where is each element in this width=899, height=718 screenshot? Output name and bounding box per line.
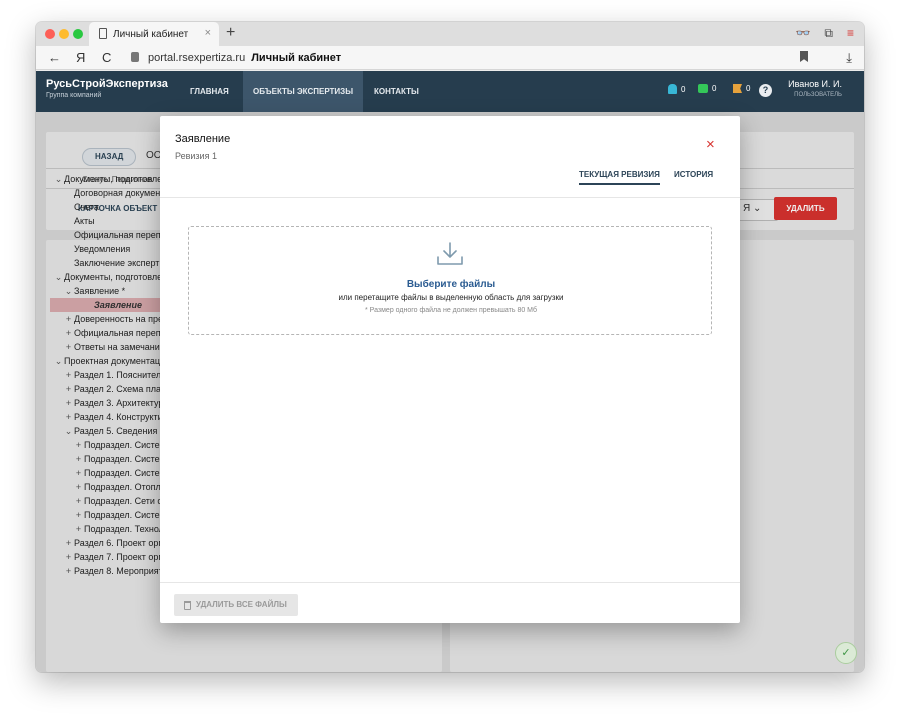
notifications-indicator[interactable]: 0: [668, 84, 685, 94]
browser-window: Личный кабинет × + 👓 ⧉ ≡ ← Я C portal.rs…: [36, 22, 864, 672]
brand-logo[interactable]: РусьСтройЭкспертиза Группа компаний: [46, 78, 168, 99]
file-dropzone[interactable]: Выберите файлы или перетащите файлы в вы…: [188, 226, 712, 335]
new-tab-button[interactable]: +: [226, 24, 235, 42]
bell-icon: [668, 84, 677, 94]
tab-close-icon[interactable]: ×: [205, 27, 211, 39]
tab-history[interactable]: ИСТОРИЯ: [674, 170, 713, 183]
flags-indicator[interactable]: 0: [733, 84, 750, 93]
window-close-button[interactable]: [45, 29, 55, 39]
back-arrow-icon[interactable]: ←: [48, 50, 61, 65]
document-icon: [99, 28, 107, 39]
upload-tray-icon: [437, 242, 463, 265]
bookmark-icon[interactable]: [800, 51, 808, 62]
upload-modal: Заявление Ревизия 1 × ТЕКУЩАЯ РЕВИЗИЯ ИС…: [160, 116, 740, 623]
address-bar: ← Я C portal.rsexpertiza.ru Личный кабине…: [36, 46, 864, 70]
url-host: portal.rsexpertiza.ru: [148, 52, 246, 64]
nav-expertise-objects[interactable]: ОБЪЕКТЫ ЭКСПЕРТИЗЫ: [243, 71, 364, 112]
messages-indicator[interactable]: 0: [698, 84, 716, 93]
modal-header-divider: [160, 197, 740, 198]
close-icon[interactable]: ×: [706, 136, 715, 153]
menu-icon[interactable]: ≡: [847, 26, 854, 41]
choose-files-link[interactable]: Выберите файлы: [189, 279, 713, 290]
modal-revision: Ревизия 1: [175, 151, 217, 161]
modal-title: Заявление: [175, 133, 231, 145]
reload-icon[interactable]: C: [102, 50, 111, 65]
delete-all-files-button[interactable]: УДАЛИТЬ ВСЕ ФАЙЛЫ: [174, 594, 298, 616]
browser-tab[interactable]: Личный кабинет ×: [89, 22, 219, 46]
notifications-count: 0: [681, 84, 686, 94]
lock-icon: [131, 52, 139, 62]
yandex-icon[interactable]: Я: [76, 50, 85, 65]
shield-icon[interactable]: ✓: [835, 642, 857, 664]
browser-tab-bar: Личный кабинет × + 👓 ⧉ ≡: [36, 22, 864, 46]
nav-home[interactable]: ГЛАВНАЯ: [180, 71, 239, 112]
browser-extension-icons: 👓 ⧉ ≡: [795, 26, 854, 41]
flags-count: 0: [746, 84, 751, 93]
nav-contacts[interactable]: КОНТАКТЫ: [364, 71, 429, 112]
file-size-note: * Размер одного файла не должен превышат…: [364, 307, 538, 314]
url-field[interactable]: portal.rsexpertiza.ru Личный кабинет: [148, 52, 341, 64]
dropzone-hint: или перетащите файлы в выделенную област…: [338, 293, 564, 302]
modal-footer-divider: [160, 582, 740, 583]
copy-icon[interactable]: ⧉: [824, 26, 833, 41]
flag-icon: [733, 84, 742, 93]
glasses-icon[interactable]: 👓: [795, 26, 810, 41]
chat-icon: [698, 84, 708, 93]
browser-tab-title: Личный кабинет: [113, 29, 189, 40]
user-role: ПОЛЬЗОВАТЕЛЬ: [794, 92, 842, 98]
window-minimize-button[interactable]: [59, 29, 69, 39]
messages-count: 0: [712, 84, 717, 93]
trash-icon: [184, 600, 191, 610]
tab-current-revision[interactable]: ТЕКУЩАЯ РЕВИЗИЯ: [579, 170, 660, 185]
help-icon[interactable]: ?: [759, 84, 772, 97]
url-page-title: Личный кабинет: [251, 52, 342, 64]
brand-subtitle: Группа компаний: [46, 92, 102, 99]
user-name: Иванов И. И.: [788, 79, 842, 89]
window-zoom-button[interactable]: [73, 29, 83, 39]
app-header: РусьСтройЭкспертиза Группа компаний ГЛАВ…: [36, 71, 864, 112]
delete-all-label: УДАЛИТЬ ВСЕ ФАЙЛЫ: [196, 600, 287, 609]
download-icon[interactable]: ⤓: [846, 50, 852, 66]
brand-name: РусьСтройЭкспертиза: [46, 78, 168, 90]
user-menu[interactable]: Иванов И. И. ПОЛЬЗОВАТЕЛЬ: [788, 79, 842, 98]
